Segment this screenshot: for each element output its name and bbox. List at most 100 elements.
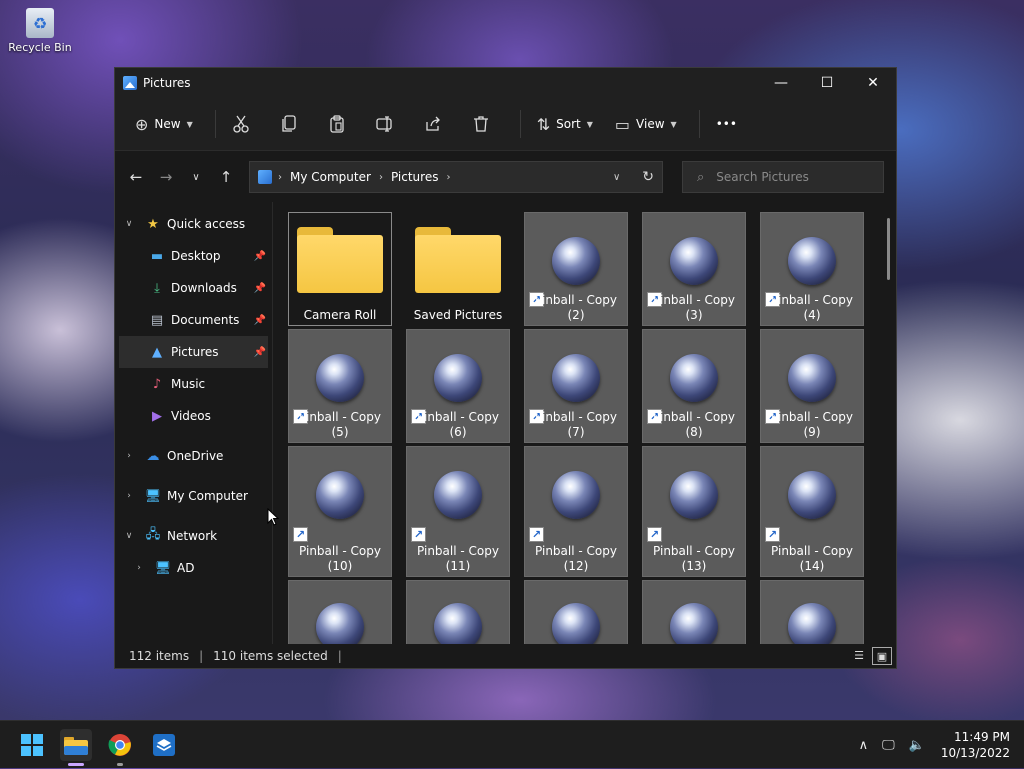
- start-button[interactable]: [16, 729, 48, 761]
- chevron-up-icon[interactable]: ∧: [859, 738, 869, 753]
- shortcut-tile[interactable]: ↗ Pinball - Copy (2): [524, 212, 628, 326]
- file-name: Pinball - Copy (7): [535, 410, 617, 439]
- chevron-right-icon[interactable]: ›: [123, 451, 135, 461]
- forward-button[interactable]: →: [151, 162, 181, 192]
- share-button[interactable]: [416, 108, 450, 140]
- volume-icon[interactable]: 🔈: [909, 738, 925, 753]
- sort-button[interactable]: ⇅ Sort ▼: [529, 108, 601, 140]
- arrow-left-icon: ←: [129, 168, 143, 186]
- taskbar-file-explorer[interactable]: [60, 729, 92, 766]
- shortcut-tile[interactable]: [524, 580, 628, 644]
- nav-item-music[interactable]: ♪ Music: [115, 368, 272, 400]
- shortcut-tile[interactable]: ↗ Pinball - Copy (12): [524, 446, 628, 577]
- file-view[interactable]: Camera Roll Saved Pictures ↗ Pinball - Co…: [273, 202, 896, 644]
- shortcut-tile[interactable]: ↗ Pinball - Copy (14): [760, 446, 864, 577]
- system-tray: ∧ 🖵 🔈 11:49 PM 10/13/2022: [845, 721, 1010, 769]
- shortcut-tile[interactable]: ↗ Pinball - Copy (7): [524, 329, 628, 443]
- nav-item-ad[interactable]: › 🖥 AD: [115, 552, 272, 584]
- pinball-icon: [552, 471, 600, 519]
- windows-logo-icon: [21, 734, 43, 756]
- taskbar-app[interactable]: [148, 729, 180, 761]
- network-status-icon[interactable]: 🖵: [882, 738, 895, 753]
- shortcut-tile[interactable]: ↗ Pinball - Copy (10): [288, 446, 392, 577]
- shortcut-tile[interactable]: ↗ Pinball - Copy (5): [288, 329, 392, 443]
- file-name: Pinball - Copy (9): [771, 410, 853, 439]
- nav-label: OneDrive: [167, 449, 224, 463]
- taskbar-chrome[interactable]: [104, 729, 136, 766]
- search-placeholder: Search Pictures: [716, 170, 809, 184]
- folder-tile[interactable]: Camera Roll: [288, 212, 392, 326]
- more-options-button[interactable]: •••: [708, 108, 745, 140]
- shortcut-tile[interactable]: ↗ Pinball - Copy (8): [642, 329, 746, 443]
- vertical-scrollbar[interactable]: [887, 218, 890, 280]
- folder-tile[interactable]: Saved Pictures: [406, 212, 510, 326]
- file-name: Pinball - Copy (2): [535, 293, 617, 322]
- breadcrumb-chevron-icon: ›: [446, 171, 451, 183]
- chevron-down-icon: ∨: [192, 171, 200, 183]
- share-icon: [426, 116, 440, 131]
- chevron-down-icon[interactable]: ∨: [123, 531, 135, 541]
- nav-label: My Computer: [167, 489, 248, 503]
- recent-locations-button[interactable]: ∨: [181, 162, 211, 192]
- shortcut-tile[interactable]: ↗ Pinball - Copy (11): [406, 446, 510, 577]
- chevron-right-icon[interactable]: ›: [133, 563, 145, 573]
- file-name: Pinball - Copy (6): [417, 410, 499, 439]
- copy-button[interactable]: [272, 108, 306, 140]
- computer-icon: 🖥: [154, 560, 172, 576]
- shortcut-tile[interactable]: [642, 580, 746, 644]
- close-button[interactable]: ✕: [850, 68, 896, 98]
- nav-item-my-computer[interactable]: › 🖥 My Computer: [115, 480, 272, 512]
- search-input[interactable]: ⌕ Search Pictures: [682, 161, 884, 193]
- nav-label: Music: [171, 377, 206, 391]
- shortcut-tile[interactable]: ↗ Pinball - Copy (13): [642, 446, 746, 577]
- paste-button[interactable]: [320, 108, 354, 140]
- file-name: Pinball - Copy (4): [771, 293, 853, 322]
- breadcrumb-my-computer[interactable]: My Computer: [290, 170, 371, 184]
- recycle-bin-desktop-icon[interactable]: ♻ Recycle Bin: [8, 8, 72, 54]
- maximize-button[interactable]: ☐: [804, 68, 850, 98]
- shortcut-tile[interactable]: ↗ Pinball - Copy (4): [760, 212, 864, 326]
- clock[interactable]: 11:49 PM 10/13/2022: [941, 729, 1010, 761]
- shortcut-tile[interactable]: [406, 580, 510, 644]
- status-divider: |: [199, 649, 204, 663]
- nav-item-network[interactable]: ∨ 🖧 Network: [115, 520, 272, 552]
- address-history-chevron-icon[interactable]: ∨: [613, 172, 620, 183]
- chevron-right-icon[interactable]: ›: [123, 491, 135, 501]
- pin-icon: 📌: [253, 314, 266, 326]
- pinball-icon: [788, 471, 836, 519]
- shortcut-tile[interactable]: [288, 580, 392, 644]
- nav-item-downloads[interactable]: ⤓ Downloads 📌: [115, 272, 272, 304]
- view-button[interactable]: ▭ View ▼: [607, 108, 685, 140]
- delete-button[interactable]: [464, 108, 498, 140]
- address-bar[interactable]: › My Computer › Pictures › ∨ ↻: [249, 161, 663, 193]
- up-button[interactable]: ↑: [211, 162, 241, 192]
- nav-item-onedrive[interactable]: › ☁ OneDrive: [115, 440, 272, 472]
- minimize-button[interactable]: —: [758, 68, 804, 98]
- pinball-icon: [434, 603, 482, 644]
- nav-label: Videos: [171, 409, 211, 423]
- nav-item-documents[interactable]: ▤ Documents 📌: [115, 304, 272, 336]
- large-icons-view-button[interactable]: ▣: [872, 647, 892, 665]
- rename-button[interactable]: [368, 108, 402, 140]
- sort-icon: ⇅: [536, 114, 551, 134]
- file-name: Pinball - Copy (8): [653, 410, 735, 439]
- new-button[interactable]: ⊕ New ▼: [127, 108, 201, 140]
- back-button[interactable]: ←: [121, 162, 151, 192]
- nav-item-quick-access[interactable]: ∨ ★ Quick access: [115, 208, 272, 240]
- refresh-icon[interactable]: ↻: [642, 169, 654, 185]
- clock-time: 11:49 PM: [954, 730, 1010, 744]
- details-view-button[interactable]: ☰: [850, 647, 868, 663]
- nav-item-pictures[interactable]: ▲ Pictures 📌: [119, 336, 268, 368]
- nav-item-videos[interactable]: ▶ Videos: [115, 400, 272, 432]
- shortcut-tile[interactable]: ↗ Pinball - Copy (3): [642, 212, 746, 326]
- shortcut-tile[interactable]: [760, 580, 864, 644]
- breadcrumb-pictures[interactable]: Pictures: [391, 170, 439, 184]
- title-bar[interactable]: Pictures — ☐ ✕: [115, 68, 896, 98]
- chevron-down-icon[interactable]: ∨: [123, 219, 135, 229]
- shortcut-tile[interactable]: ↗ Pinball - Copy (6): [406, 329, 510, 443]
- nav-item-desktop[interactable]: ▬ Desktop 📌: [115, 240, 272, 272]
- shortcut-tile[interactable]: ↗ Pinball - Copy (9): [760, 329, 864, 443]
- status-bar: 112 items | 110 items selected | ☰ ▣: [115, 644, 896, 668]
- pin-icon: 📌: [253, 282, 266, 294]
- cut-button[interactable]: [224, 108, 258, 140]
